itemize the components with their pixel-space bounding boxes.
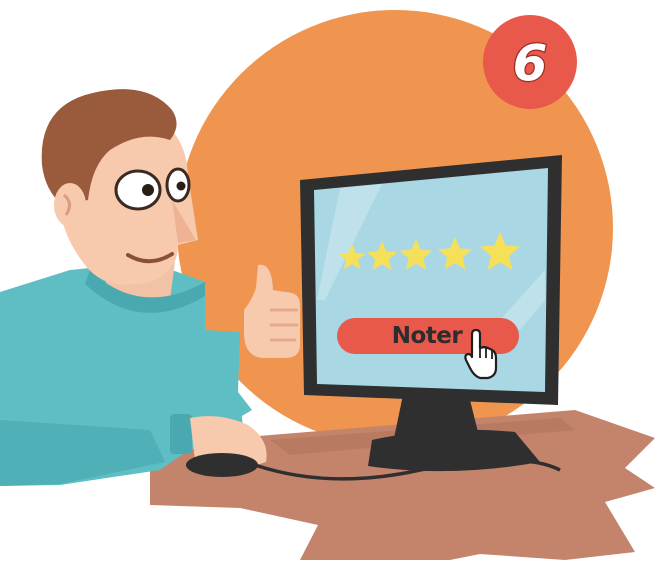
sweater-shade — [0, 420, 165, 486]
rate-button[interactable]: Noter — [337, 318, 519, 354]
step-badge: 6 — [483, 15, 577, 109]
sweater-cuff — [170, 414, 192, 454]
pupil-left — [142, 184, 154, 196]
badge-number: 6 — [513, 34, 548, 92]
computer-mouse — [186, 453, 258, 477]
monitor-base — [368, 429, 540, 472]
illustration-scene: 6 Noter — [0, 10, 655, 560]
rate-button-label[interactable]: Noter — [392, 323, 464, 349]
pupil-right — [176, 181, 186, 191]
